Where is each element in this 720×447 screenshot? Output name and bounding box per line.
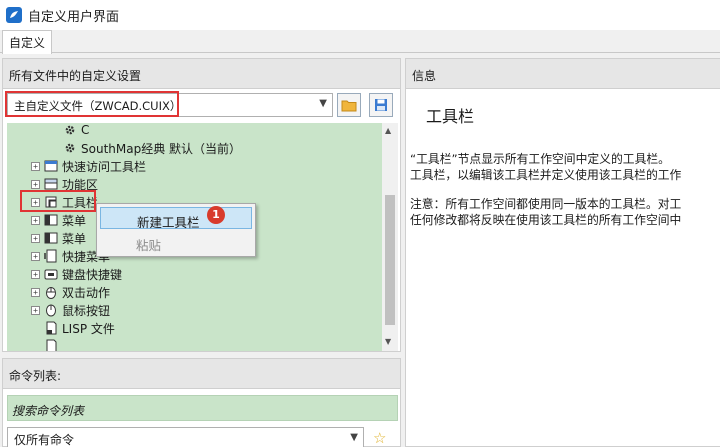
chevron-down-icon: ▼ xyxy=(350,432,358,443)
tree-item-workspace[interactable]: SouthMap经典 默认（当前） xyxy=(63,139,241,157)
tree-item-mouse-buttons[interactable]: + 鼠标按钮 xyxy=(31,301,110,319)
info-title: 工具栏 xyxy=(426,107,475,126)
command-list-header: 命令列表: xyxy=(3,359,400,389)
menu-icon xyxy=(44,231,58,245)
save-file-button[interactable] xyxy=(369,93,393,117)
expand-icon[interactable]: + xyxy=(31,269,40,279)
tree-item-menus[interactable]: + 菜单 xyxy=(31,211,86,229)
tree-item-label: 双击动作 xyxy=(62,285,111,300)
double-click-icon xyxy=(44,285,58,299)
step-badge: 1 xyxy=(207,206,225,224)
command-filter-value: 仅所有命令 xyxy=(14,433,75,447)
tree-item-label: 鼠标按钮 xyxy=(62,303,111,318)
info-panel: 信息 工具栏 “工具栏”节点显示所有工作空间中定义的工具栏。 工具栏，以编辑该工… xyxy=(405,58,720,447)
tree-item[interactable]: C xyxy=(63,123,89,139)
app-icon xyxy=(6,7,22,23)
command-filter-select[interactable]: 仅所有命令 ▼ xyxy=(7,427,364,447)
tree-item-quick-access[interactable]: + 快速访问工具栏 xyxy=(31,157,146,175)
quick-access-toolbar-icon xyxy=(44,159,58,173)
command-list-panel: 命令列表: 搜索命令列表 仅所有命令 ▼ ☆ xyxy=(2,358,401,447)
highlight-box-cuix xyxy=(5,91,179,117)
expand-icon[interactable]: + xyxy=(31,287,40,297)
info-paragraph-2-line-2: 任何修改都将反映在使用该工具栏的所有工作空间中 xyxy=(410,213,682,227)
keyboard-icon xyxy=(44,267,58,281)
title-bar: 自定义用户界面 xyxy=(0,0,720,30)
mouse-icon xyxy=(44,303,58,317)
tree-item-label: 键盘快捷键 xyxy=(62,267,123,282)
file-icon xyxy=(44,339,58,351)
info-panel-header: 信息 xyxy=(406,59,720,89)
highlight-box-toolbar xyxy=(20,190,96,212)
tree-item-menus-2[interactable]: + 菜单 xyxy=(31,229,86,247)
expand-icon[interactable]: + xyxy=(31,179,40,189)
tab-bar: 自定义 xyxy=(0,30,720,54)
paste-menu-item[interactable]: 粘贴 xyxy=(100,231,252,253)
scroll-up-icon[interactable]: ▲ xyxy=(385,126,391,135)
tree-item-partial[interactable] xyxy=(44,337,62,351)
expand-icon[interactable]: + xyxy=(31,305,40,315)
star-icon[interactable]: ☆ xyxy=(373,429,386,447)
tree-item-double-click[interactable]: + 双击动作 xyxy=(31,283,110,301)
tree-item-lisp-files[interactable]: LISP 文件 xyxy=(44,319,115,337)
save-icon xyxy=(375,99,387,111)
tree-item-label: 菜单 xyxy=(62,231,87,246)
expand-icon[interactable]: + xyxy=(31,233,40,243)
tree-item-label: SouthMap经典 默认（当前） xyxy=(81,141,242,156)
chevron-down-icon: ▼ xyxy=(319,98,327,109)
info-paragraph-1-line-2: 工具栏，以编辑该工具栏并定义使用该工具栏的工作 xyxy=(410,168,682,182)
menu-icon xyxy=(44,213,58,227)
open-file-button[interactable] xyxy=(337,93,361,117)
info-paragraph-2-line-1: 注意：所有工作空间都使用同一版本的工具栏。对工 xyxy=(410,197,682,211)
scroll-down-icon[interactable]: ▼ xyxy=(385,337,391,346)
new-toolbar-menu-item[interactable]: 新建工具栏 xyxy=(100,207,252,230)
tree-item-label: 菜单 xyxy=(62,213,87,228)
gear-icon xyxy=(63,141,77,155)
tree-item-label: 快速访问工具栏 xyxy=(62,159,147,174)
tree-item-label: LISP 文件 xyxy=(62,321,115,336)
gear-icon xyxy=(63,123,77,137)
command-search-input[interactable]: 搜索命令列表 xyxy=(7,395,398,421)
cuix-file-row: 主自定义文件（ZWCAD.CUIX） ▼ xyxy=(3,89,400,123)
tree-item-keyboard-shortcuts[interactable]: + 键盘快捷键 xyxy=(31,265,122,283)
expand-icon[interactable]: + xyxy=(31,251,40,261)
expand-icon[interactable]: + xyxy=(31,161,40,171)
info-paragraph-1-line-1: “工具栏”节点显示所有工作空间中定义的工具栏。 xyxy=(410,152,670,166)
context-menu: 新建工具栏 粘贴 xyxy=(96,203,256,257)
folder-icon xyxy=(341,100,357,112)
tree-item-label: C xyxy=(81,123,90,137)
tab-customize[interactable]: 自定义 xyxy=(2,30,53,54)
scrollbar-thumb[interactable] xyxy=(385,195,395,325)
customizations-panel-header: 所有文件中的自定义设置 xyxy=(3,59,400,89)
shortcut-menu-icon xyxy=(44,249,58,263)
tree-scrollbar[interactable]: ▲ ▼ xyxy=(382,123,398,351)
window-title: 自定义用户界面 xyxy=(28,9,120,25)
lisp-file-icon xyxy=(44,321,58,335)
expand-icon[interactable]: + xyxy=(31,215,40,225)
ribbon-icon xyxy=(44,177,58,191)
